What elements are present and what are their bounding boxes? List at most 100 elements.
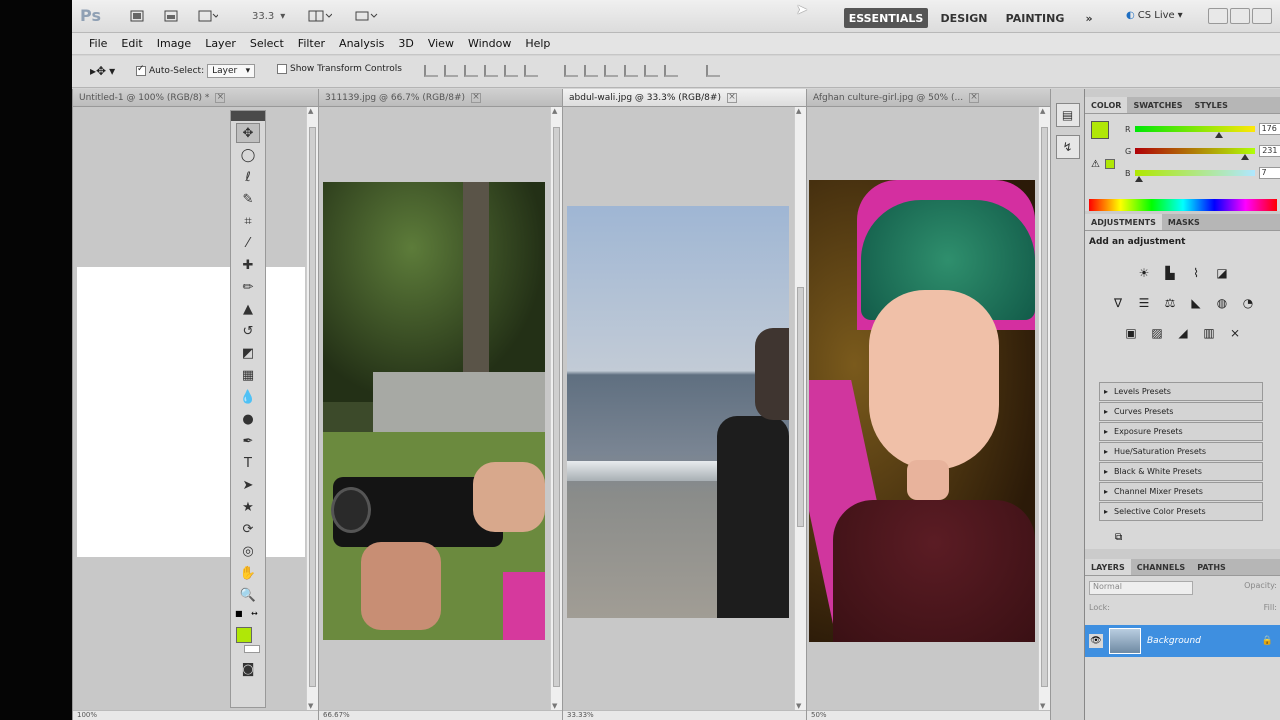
view-extras-button[interactable] (198, 7, 218, 25)
align-top-icon[interactable] (424, 65, 438, 77)
tab-swatches[interactable]: SWATCHES (1127, 97, 1188, 113)
photo-filter-icon[interactable]: ◍ (1212, 293, 1232, 313)
screen-mode-button[interactable] (354, 7, 378, 25)
brush-tool-icon[interactable]: ✏ (236, 277, 260, 297)
tab-paths[interactable]: PATHS (1191, 559, 1232, 575)
blend-mode-dropdown[interactable]: Normal (1089, 581, 1193, 595)
gradient-tool-icon[interactable]: ▦ (236, 365, 260, 385)
blur-tool-icon[interactable]: 💧 (236, 387, 260, 407)
eye-icon[interactable]: 👁 (1089, 634, 1103, 648)
scroll-thumb[interactable] (1041, 127, 1048, 687)
menu-view[interactable]: View (421, 37, 461, 50)
menu-help[interactable]: Help (518, 37, 557, 50)
menu-layer[interactable]: Layer (198, 37, 243, 50)
levels-icon[interactable]: ▙ (1160, 263, 1180, 283)
blank-canvas[interactable] (77, 267, 305, 557)
scroll-thumb[interactable] (797, 287, 804, 527)
threshold-icon[interactable]: ◢ (1173, 323, 1193, 343)
distribute-right-icon[interactable] (664, 65, 678, 77)
clone-stamp-tool-icon[interactable]: ▲ (236, 299, 260, 319)
tab-masks[interactable]: MASKS (1162, 214, 1206, 230)
3d-rotate-tool-icon[interactable]: ⟳ (236, 519, 260, 539)
vertical-scrollbar[interactable] (550, 107, 562, 710)
hand-tool-icon[interactable]: ✋ (236, 563, 260, 583)
preset-black-white[interactable]: ▸ Black & White Presets (1099, 462, 1263, 481)
menu-image[interactable]: Image (150, 37, 198, 50)
history-panel-icon[interactable]: ▤ (1055, 103, 1080, 127)
canvas-image-girl-portrait[interactable] (809, 180, 1035, 642)
show-transform-checkbox[interactable] (277, 64, 287, 74)
blue-slider-knob[interactable] (1134, 176, 1143, 182)
crop-tool-icon[interactable]: ⌗ (236, 211, 260, 231)
tools-panel-header[interactable] (231, 111, 265, 121)
red-value-field[interactable]: 176 (1258, 123, 1280, 135)
history-brush-tool-icon[interactable]: ↺ (236, 321, 260, 341)
preset-selective-color[interactable]: ▸ Selective Color Presets (1099, 502, 1263, 521)
swap-colors-icon[interactable]: ↔ (251, 609, 258, 618)
color-balance-icon[interactable]: ⚖ (1160, 293, 1180, 313)
menu-filter[interactable]: Filter (291, 37, 332, 50)
launch-bridge-button[interactable] (130, 7, 144, 25)
blue-value-field[interactable]: 7 (1258, 167, 1280, 179)
scroll-thumb[interactable] (309, 127, 316, 687)
quick-mask-icon[interactable]: ◙ (236, 659, 260, 679)
tab-layers[interactable]: LAYERS (1085, 559, 1131, 575)
document-tab[interactable]: 311139.jpg @ 66.7% (RGB/8#) × (319, 89, 562, 107)
distribute-center-icon[interactable] (584, 65, 598, 77)
document-tab[interactable]: Untitled-1 @ 100% (RGB/8) * × (73, 89, 318, 107)
launch-mini-bridge-button[interactable] (164, 7, 178, 25)
posterize-icon[interactable]: ▨ (1147, 323, 1167, 343)
preset-hue-saturation[interactable]: ▸ Hue/Saturation Presets (1099, 442, 1263, 461)
hue-saturation-icon[interactable]: ☰ (1134, 293, 1154, 313)
vertical-scrollbar[interactable] (306, 107, 318, 710)
gradient-map-icon[interactable]: ▥ (1199, 323, 1219, 343)
cs-live-button[interactable]: ◐ CS Live ▾ (1126, 10, 1183, 21)
foreground-color-swatch[interactable] (1091, 121, 1109, 139)
auto-align-icon[interactable] (706, 65, 720, 77)
tab-channels[interactable]: CHANNELS (1131, 559, 1191, 575)
default-colors-icon[interactable]: ■ (235, 609, 243, 618)
tab-styles[interactable]: STYLES (1189, 97, 1234, 113)
minimize-button[interactable] (1208, 8, 1228, 24)
preset-channel-mixer[interactable]: ▸ Channel Mixer Presets (1099, 482, 1263, 501)
invert-icon[interactable]: ▣ (1121, 323, 1141, 343)
scroll-thumb[interactable] (553, 127, 560, 687)
auto-select-option[interactable]: Auto-Select: Layer ▾ (136, 64, 256, 78)
menu-window[interactable]: Window (461, 37, 518, 50)
blue-slider[interactable] (1134, 170, 1255, 182)
preset-exposure[interactable]: ▸ Exposure Presets (1099, 422, 1263, 441)
green-slider-knob[interactable] (1241, 154, 1250, 160)
distribute-bottom-icon[interactable] (604, 65, 618, 77)
brightness-contrast-icon[interactable]: ☀ (1134, 263, 1154, 283)
panel-options-icon[interactable]: ⧉ (1115, 532, 1122, 543)
eraser-tool-icon[interactable]: ◩ (236, 343, 260, 363)
marquee-tool-icon[interactable]: ◯ (236, 145, 260, 165)
distribute-hcenter-icon[interactable] (644, 65, 658, 77)
curves-icon[interactable]: ⌇ (1186, 263, 1206, 283)
more-workspaces-button[interactable]: » (1074, 8, 1104, 28)
preset-levels[interactable]: ▸ Levels Presets (1099, 382, 1263, 401)
document-tab-active[interactable]: abdul-wali.jpg @ 33.3% (RGB/8#) × (563, 89, 806, 107)
menu-edit[interactable]: Edit (114, 37, 149, 50)
align-right-icon[interactable] (524, 65, 538, 77)
maximize-button[interactable] (1230, 8, 1250, 24)
align-bottom-icon[interactable] (464, 65, 478, 77)
menu-analysis[interactable]: Analysis (332, 37, 391, 50)
gamut-swatch[interactable] (1105, 159, 1115, 169)
move-tool-icon[interactable]: ✥ (236, 123, 260, 143)
menu-3d[interactable]: 3D (391, 37, 420, 50)
arrange-documents-button[interactable] (308, 7, 332, 25)
vertical-scrollbar[interactable] (1038, 107, 1050, 710)
layer-row-background[interactable]: 👁 Background 🔒 (1085, 625, 1280, 657)
distribute-top-icon[interactable] (564, 65, 578, 77)
vibrance-icon[interactable]: ∇ (1108, 293, 1128, 313)
eyedropper-tool-icon[interactable]: ⁄ (236, 233, 260, 253)
quick-selection-tool-icon[interactable]: ✎ (236, 189, 260, 209)
exposure-icon[interactable]: ◪ (1212, 263, 1232, 283)
dodge-tool-icon[interactable]: ● (236, 409, 260, 429)
canvas-image-camera[interactable] (323, 182, 545, 640)
black-white-icon[interactable]: ◣ (1186, 293, 1206, 313)
selective-color-icon[interactable]: ⨯ (1225, 323, 1245, 343)
close-icon[interactable]: × (726, 92, 737, 103)
tab-adjustments[interactable]: ADJUSTMENTS (1085, 214, 1162, 230)
